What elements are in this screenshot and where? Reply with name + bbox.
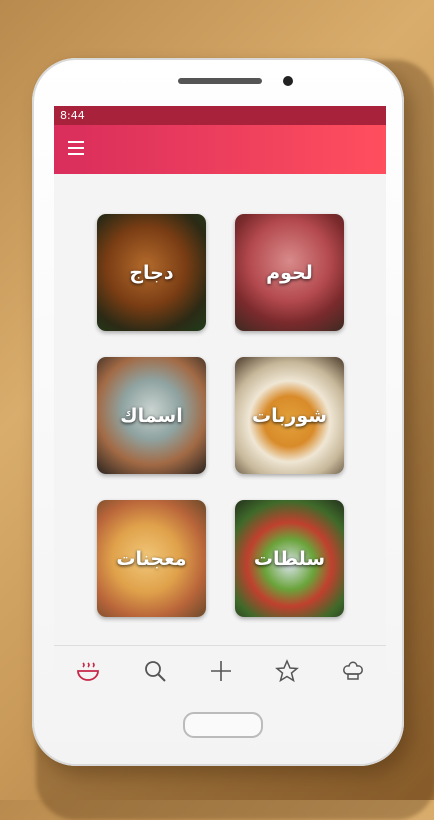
search-icon[interactable] xyxy=(142,658,168,684)
category-card-salad[interactable]: سلطات xyxy=(235,500,344,617)
add-icon[interactable] xyxy=(208,658,234,684)
category-label: سلطات xyxy=(253,547,326,570)
bottom-navigation xyxy=(54,645,386,696)
category-label: دجاج xyxy=(129,261,174,284)
status-time: 8:44 xyxy=(60,109,85,122)
category-grid: دجاج لحوم اسماك شوربات معجنات سلطات xyxy=(54,174,386,646)
category-card-meat[interactable]: لحوم xyxy=(235,214,344,331)
category-card-pastry[interactable]: معجنات xyxy=(97,500,206,617)
category-card-fish[interactable]: اسماك xyxy=(97,357,206,474)
status-bar: 8:44 xyxy=(54,106,386,125)
home-button[interactable] xyxy=(183,712,263,738)
category-card-chicken[interactable]: دجاج xyxy=(97,214,206,331)
category-label: معجنات xyxy=(116,547,187,570)
category-label: شوربات xyxy=(252,404,327,427)
category-card-soup[interactable]: شوربات xyxy=(235,357,344,474)
category-label: لحوم xyxy=(266,261,313,284)
soup-bowl-icon[interactable] xyxy=(75,658,101,684)
app-screen: 8:44 دجاج لحوم اسماك شوربات معجنات سلطات xyxy=(54,106,386,696)
phone-speaker xyxy=(178,78,262,84)
app-bar xyxy=(54,125,386,174)
phone-camera xyxy=(283,76,293,86)
menu-icon[interactable] xyxy=(68,141,84,155)
chef-hat-icon[interactable] xyxy=(340,658,366,684)
star-icon[interactable] xyxy=(274,658,300,684)
category-label: اسماك xyxy=(120,404,183,427)
